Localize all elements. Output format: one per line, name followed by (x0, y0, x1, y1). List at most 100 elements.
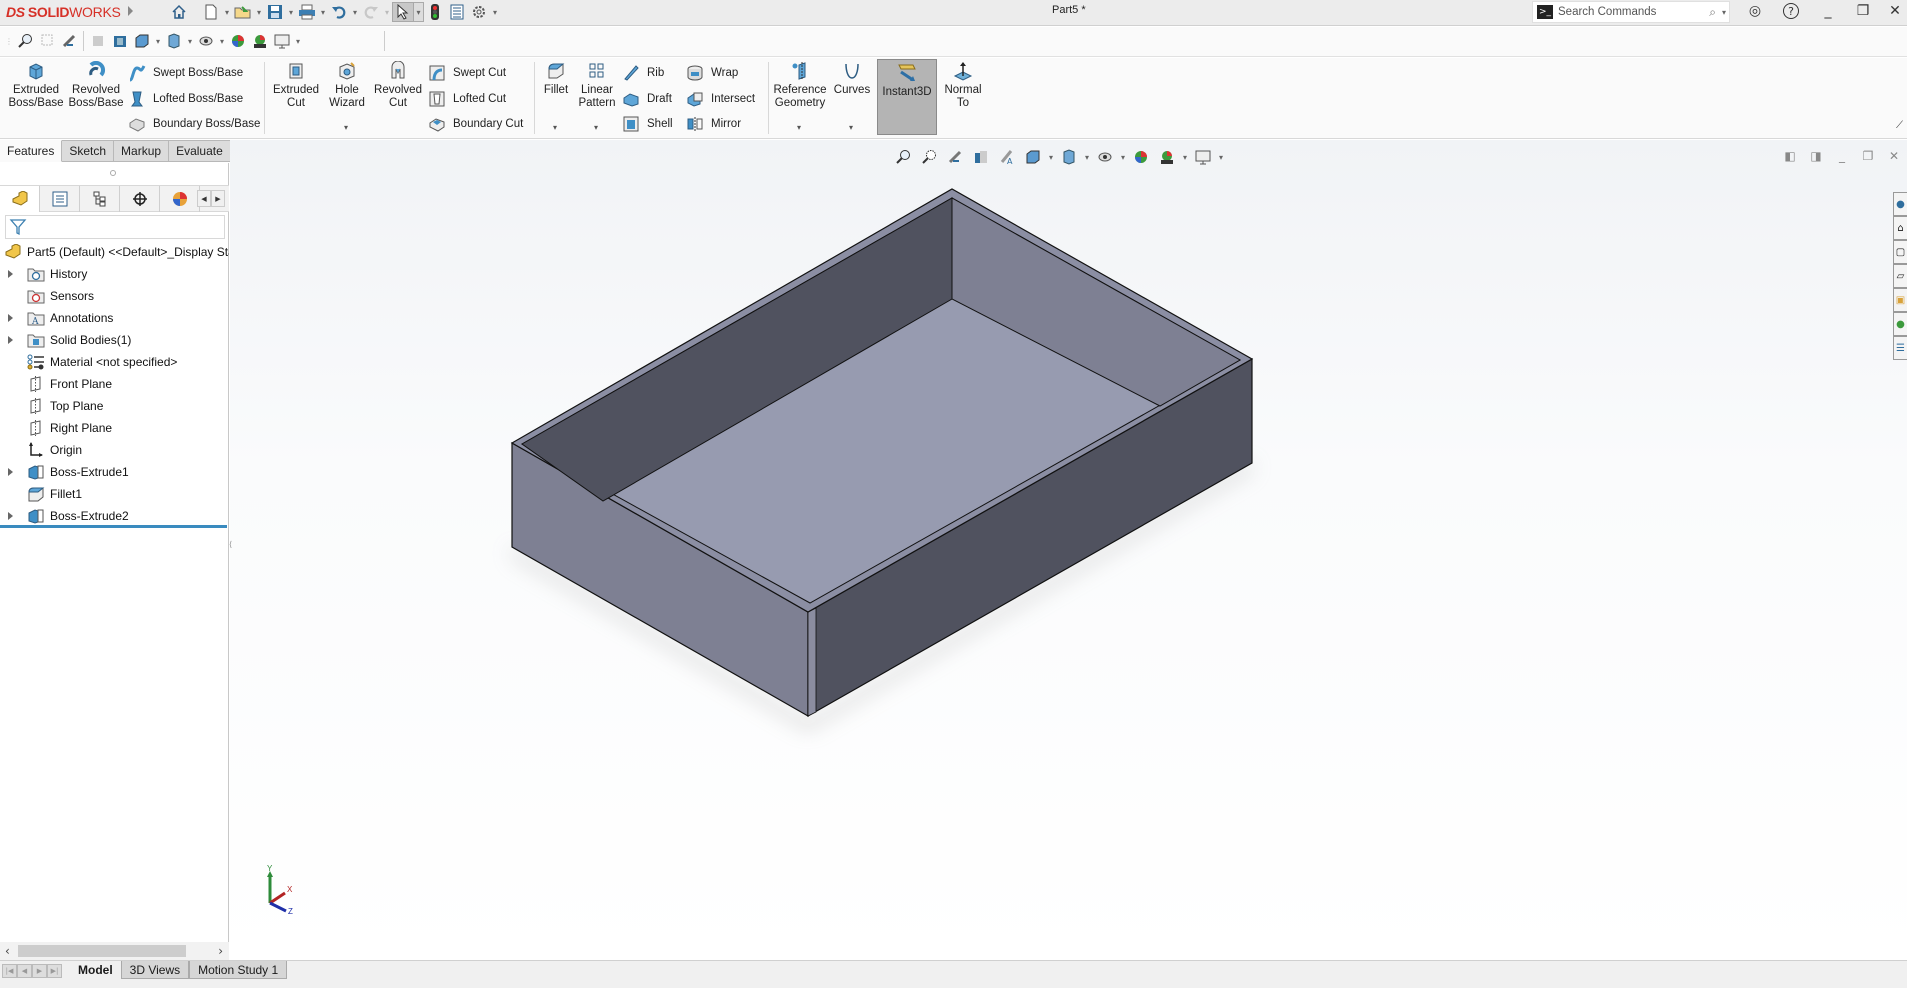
menu-expand-arrow-icon[interactable] (128, 6, 133, 16)
hole-wizard-dropdown[interactable]: ▾ (344, 123, 348, 132)
property-manager-tab[interactable] (40, 186, 80, 212)
file-explorer-tab[interactable]: ▢ (1893, 240, 1907, 264)
tree-item-origin[interactable]: Origin (0, 439, 229, 461)
new-dropdown[interactable]: ▾ (222, 2, 232, 22)
options-button[interactable] (468, 2, 490, 22)
open-button[interactable] (232, 2, 254, 22)
open-dropdown[interactable]: ▾ (254, 2, 264, 22)
hud-previous-view-button[interactable] (942, 147, 968, 167)
hud-dynamic-annotation-button[interactable]: A (994, 147, 1020, 167)
save-dropdown[interactable]: ▾ (286, 2, 296, 22)
tree-item-material[interactable]: Material <not specified> (0, 351, 229, 373)
revolved-boss-base-button[interactable]: Revolved Boss/Base (68, 60, 124, 110)
options-dropdown[interactable]: ▾ (490, 2, 500, 22)
rollback-bar[interactable] (0, 525, 227, 528)
toolbar-grip[interactable]: ⋮ (4, 31, 14, 51)
tree-item-front-plane[interactable]: Front Plane (0, 373, 229, 395)
tile-left-icon[interactable]: ◧ (1777, 146, 1803, 166)
wrap-button[interactable]: Wrap (686, 63, 738, 83)
scroll-left-icon[interactable]: ‹ (5, 944, 10, 958)
design-library-tab[interactable]: ⌂ (1893, 216, 1907, 240)
tab-model[interactable]: Model (70, 961, 121, 979)
tab-evaluate[interactable]: Evaluate (169, 140, 231, 162)
hide-show-button[interactable] (195, 31, 217, 51)
tree-item-sensors[interactable]: Sensors (0, 285, 229, 307)
hud-display-style-dropdown[interactable]: ▾ (1082, 147, 1092, 167)
feature-filter-box[interactable] (5, 215, 225, 239)
tree-root-part[interactable]: Part5 (Default) <<Default>_Display State… (0, 241, 229, 263)
lofted-boss-base-button[interactable]: Lofted Boss/Base (128, 89, 243, 109)
zoom-to-fit-button[interactable] (14, 31, 36, 51)
rib-button[interactable]: Rib (622, 63, 664, 83)
last-tab-icon[interactable]: ▶| (47, 964, 62, 978)
hud-view-settings-dropdown[interactable]: ▾ (1216, 147, 1226, 167)
forum-tab[interactable]: ☰ (1893, 336, 1907, 360)
panel-gripper[interactable] (110, 170, 116, 176)
hole-wizard-button[interactable]: Hole Wizard (324, 60, 370, 110)
scrollbar-thumb[interactable] (18, 945, 186, 957)
extruded-cut-button[interactable]: Extruded Cut (270, 60, 322, 110)
linear-pattern-dropdown[interactable]: ▾ (594, 123, 598, 132)
display-manager-tab[interactable] (160, 186, 200, 212)
collapse-ribbon-icon[interactable]: ⟋ (1896, 120, 1903, 131)
expand-arrow-icon[interactable] (8, 468, 13, 476)
curves-dropdown[interactable]: ▾ (849, 123, 853, 132)
display-style-dropdown[interactable]: ▾ (185, 31, 195, 51)
new-document-button[interactable] (200, 2, 222, 22)
solidworks-resources-tab[interactable]: ● (1893, 192, 1907, 216)
view-palette-tab[interactable]: ▱ (1893, 264, 1907, 288)
doc-close-icon[interactable]: ✕ (1881, 146, 1907, 166)
undo-button[interactable] (328, 2, 350, 22)
next-tab-icon[interactable]: ▶ (32, 964, 47, 978)
swept-boss-base-button[interactable]: Swept Boss/Base (128, 63, 243, 83)
tab-scroll-right[interactable]: ▶ (211, 190, 225, 207)
expand-arrow-icon[interactable] (8, 512, 13, 520)
view-settings-dropdown[interactable]: ▾ (293, 31, 303, 51)
part-model-box[interactable] (230, 140, 1907, 960)
hud-zoom-to-fit-button[interactable] (890, 147, 916, 167)
select-button[interactable] (392, 2, 414, 22)
hud-zoom-to-area-button[interactable] (916, 147, 942, 167)
panel-horizontal-scrollbar[interactable]: ‹ › (0, 942, 229, 960)
lofted-cut-button[interactable]: Lofted Cut (428, 89, 506, 109)
hud-view-orientation-dropdown[interactable]: ▾ (1046, 147, 1056, 167)
first-tab-icon[interactable]: |◀ (2, 964, 17, 978)
hide-show-dropdown[interactable]: ▾ (217, 31, 227, 51)
curves-button[interactable]: Curves (832, 60, 872, 97)
restore-button[interactable]: ❐ (1848, 0, 1878, 22)
search-dropdown[interactable]: ▾ (1719, 2, 1729, 22)
fillet-dropdown[interactable]: ▾ (553, 123, 557, 132)
redo-button[interactable] (360, 2, 382, 22)
section-view-button[interactable] (87, 31, 109, 51)
hud-hide-show-dropdown[interactable]: ▾ (1118, 147, 1128, 167)
tree-item-solid-bodies[interactable]: Solid Bodies(1) (0, 329, 229, 351)
swept-cut-button[interactable]: Swept Cut (428, 63, 506, 83)
tab-features[interactable]: Features (0, 140, 63, 162)
search-input[interactable]: Search Commands (1558, 6, 1709, 18)
display-style-button[interactable] (163, 31, 185, 51)
scroll-right-icon[interactable]: › (218, 944, 223, 958)
boundary-cut-button[interactable]: Boundary Cut (428, 114, 523, 134)
tree-item-right-plane[interactable]: Right Plane (0, 417, 229, 439)
graphics-area[interactable]: A ▾ ▾ ▾ ▾ ▾ ◧ ◨ _ ❐ ✕ ● ⌂ ▢ ▱ ▣ ● ☰ Y X … (230, 140, 1907, 960)
reference-geometry-dropdown[interactable]: ▾ (797, 123, 801, 132)
undo-dropdown[interactable]: ▾ (350, 2, 360, 22)
apply-scene-button[interactable] (249, 31, 271, 51)
search-commands-box[interactable]: >_ Search Commands ⌕ ▾ (1532, 1, 1730, 23)
zoom-to-area-button[interactable] (36, 31, 58, 51)
save-button[interactable] (264, 2, 286, 22)
mirror-button[interactable]: Mirror (686, 114, 741, 134)
tab-scroll-left[interactable]: ◀ (197, 190, 211, 207)
tab-motion-study-1[interactable]: Motion Study 1 (189, 961, 288, 979)
minimize-button[interactable]: _ (1813, 0, 1843, 22)
hud-view-settings-button[interactable] (1190, 147, 1216, 167)
tree-item-boss-extrude1[interactable]: Boss-Extrude1 (0, 461, 229, 483)
panel-splitter-handle[interactable]: ⟨ (229, 540, 235, 556)
dynamic-annotation-button[interactable] (109, 31, 131, 51)
boundary-boss-base-button[interactable]: Boundary Boss/Base (128, 114, 260, 134)
previous-view-button[interactable] (58, 31, 80, 51)
feature-manager-tab[interactable] (0, 186, 40, 212)
shell-button[interactable]: Shell (622, 114, 673, 134)
doc-minimize-icon[interactable]: _ (1829, 146, 1855, 166)
help-button[interactable]: ? (1776, 0, 1806, 22)
